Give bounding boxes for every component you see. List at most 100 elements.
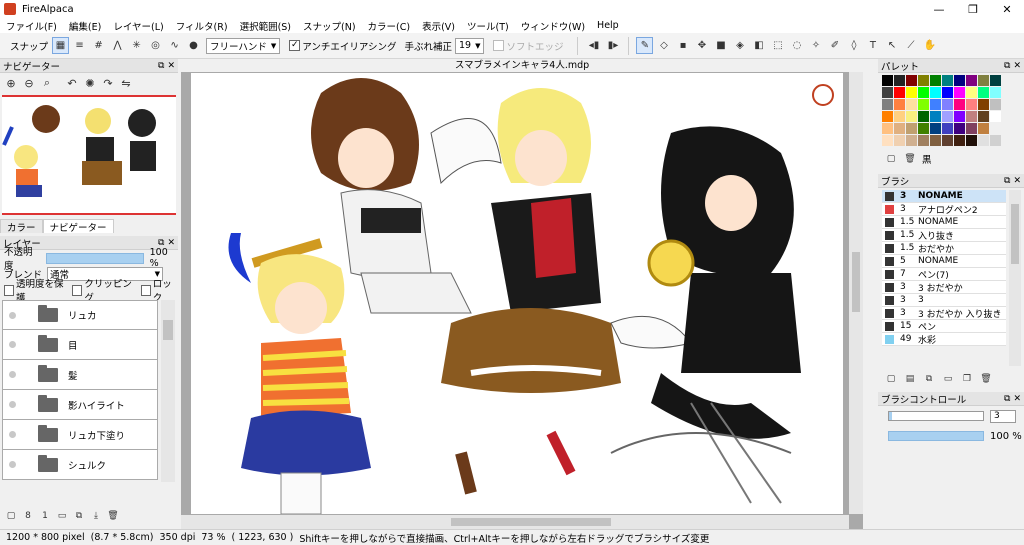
palette-swatch[interactable] xyxy=(966,135,977,146)
delete-layer-icon[interactable]: 🗑 xyxy=(106,509,120,523)
layer-item[interactable]: リュカ下塗り xyxy=(2,420,158,450)
brush-size-slider[interactable] xyxy=(888,411,984,421)
palette-swatch[interactable] xyxy=(930,87,941,98)
layer-item[interactable]: 髪 xyxy=(2,360,158,390)
new-palette-icon[interactable]: ▢ xyxy=(884,152,898,166)
palette-swatch[interactable] xyxy=(930,99,941,110)
palette-swatch[interactable] xyxy=(954,123,965,134)
palette-swatch[interactable] xyxy=(978,135,989,146)
brush-item[interactable]: 49 水彩 xyxy=(882,333,1006,346)
brush-item[interactable]: 1.5 おだやか xyxy=(882,242,1006,255)
tab-color[interactable]: カラー xyxy=(0,219,43,234)
layer-item[interactable]: リュカ xyxy=(2,300,158,330)
brush-item[interactable]: 3 NONAME xyxy=(882,190,1006,203)
snap-curve-icon[interactable]: ∿ xyxy=(166,37,183,54)
snap-crisscross-icon[interactable]: # xyxy=(90,37,107,54)
visibility-icon[interactable] xyxy=(9,311,16,319)
palette-swatch[interactable] xyxy=(930,111,941,122)
undo-icon[interactable]: ◂▮ xyxy=(585,37,602,54)
zoom-in-icon[interactable]: ⊕ xyxy=(3,75,19,91)
visibility-icon[interactable] xyxy=(9,341,16,348)
redo-icon[interactable]: ▮▸ xyxy=(604,37,621,54)
menu-color[interactable]: カラー(C) xyxy=(362,19,417,33)
layer-opacity-slider[interactable] xyxy=(45,252,144,264)
fill-rect-tool-icon[interactable]: ■ xyxy=(712,37,729,54)
menu-snap[interactable]: スナップ(N) xyxy=(297,19,362,33)
navigator-thumbnail[interactable] xyxy=(2,95,176,215)
palette-swatch[interactable] xyxy=(906,99,917,110)
palette-swatch[interactable] xyxy=(990,123,1001,134)
brush-list-scrollbar[interactable] xyxy=(1009,190,1021,366)
palette-swatch[interactable] xyxy=(942,75,953,86)
brush-item[interactable]: 1.5 入り抜き xyxy=(882,229,1006,242)
palette-swatch[interactable] xyxy=(882,75,893,86)
eyedropper-tool-icon[interactable]: ⟋ xyxy=(902,37,919,54)
palette-swatch[interactable] xyxy=(954,87,965,98)
snap-vanishing-icon[interactable]: ⋀ xyxy=(109,37,126,54)
palette-swatch[interactable] xyxy=(930,75,941,86)
antialias-checkbox[interactable]: ✓ xyxy=(289,40,301,51)
layer-item[interactable]: 目 xyxy=(2,330,158,360)
delete-brush-icon[interactable]: 🗑 xyxy=(979,372,993,386)
gradient-tool-icon[interactable]: ◧ xyxy=(750,37,767,54)
palette-swatch[interactable] xyxy=(954,99,965,110)
visibility-icon[interactable] xyxy=(9,371,16,378)
brush-item[interactable]: 15 ペン xyxy=(882,320,1006,333)
menu-filter[interactable]: フィルタ(R) xyxy=(170,19,234,33)
palette-swatch[interactable] xyxy=(894,99,905,110)
layer-item[interactable]: 影ハイライト xyxy=(2,390,158,420)
palette-swatch[interactable] xyxy=(918,111,929,122)
operation-tool-icon[interactable]: ↖ xyxy=(883,37,900,54)
palette-swatch[interactable] xyxy=(930,135,941,146)
stroke-mode-select[interactable]: フリーハンド ▼ xyxy=(206,37,281,54)
rotate-right-icon[interactable]: ↷ xyxy=(100,75,116,91)
maximize-button[interactable]: ❐ xyxy=(956,0,990,18)
stabilizer-select[interactable]: 19 ▼ xyxy=(454,37,485,54)
brush-item[interactable]: 3 アナログペン2 xyxy=(882,203,1006,216)
menu-view[interactable]: 表示(V) xyxy=(416,19,461,33)
palette-swatch[interactable] xyxy=(978,111,989,122)
close-icon[interactable]: ✕ xyxy=(1013,176,1021,186)
snap-off-icon[interactable]: ▦ xyxy=(52,37,70,54)
palette-swatch[interactable] xyxy=(966,87,977,98)
brush-opacity-slider[interactable] xyxy=(888,431,984,441)
dot-tool-icon[interactable]: ▪ xyxy=(674,37,691,54)
scrollbar-thumb[interactable] xyxy=(1011,204,1019,264)
palette-swatch[interactable] xyxy=(918,75,929,86)
new-1bit-layer-icon[interactable]: 1 xyxy=(38,509,52,523)
palette-swatch[interactable] xyxy=(906,123,917,134)
document-tab[interactable]: スマブラメインキャラ4人.mdp xyxy=(181,59,863,72)
brush-tool-icon[interactable]: ✎ xyxy=(636,37,654,54)
palette-swatch[interactable] xyxy=(882,135,893,146)
magic-wand-tool-icon[interactable]: ✧ xyxy=(807,37,824,54)
rotate-reset-icon[interactable]: ✺ xyxy=(82,75,98,91)
menu-help[interactable]: Help xyxy=(591,20,625,31)
bucket-tool-icon[interactable]: ◈ xyxy=(731,37,748,54)
menu-window[interactable]: ウィンドウ(W) xyxy=(515,19,591,33)
palette-swatch[interactable] xyxy=(990,75,1001,86)
palette-swatch[interactable] xyxy=(930,123,941,134)
palette-swatch[interactable] xyxy=(978,99,989,110)
palette-swatch[interactable] xyxy=(942,87,953,98)
snap-parallel-icon[interactable]: ≡ xyxy=(71,37,88,54)
snap-circle-icon[interactable]: ◎ xyxy=(147,37,164,54)
palette-swatch[interactable] xyxy=(906,87,917,98)
menu-file[interactable]: ファイル(F) xyxy=(0,19,63,33)
palette-swatch[interactable] xyxy=(954,135,965,146)
palette-swatch[interactable] xyxy=(906,135,917,146)
merge-down-icon[interactable]: ⤓ xyxy=(89,509,103,523)
soft-edge-checkbox[interactable] xyxy=(493,40,505,51)
canvas-vertical-scrollbar[interactable] xyxy=(849,72,863,514)
snap-settings-icon[interactable]: ● xyxy=(185,37,202,54)
close-icon[interactable]: ✕ xyxy=(1013,394,1021,404)
palette-swatch[interactable] xyxy=(990,87,1001,98)
close-icon[interactable]: ✕ xyxy=(167,61,175,71)
rotate-left-icon[interactable]: ↶ xyxy=(64,75,80,91)
palette-swatch[interactable] xyxy=(918,87,929,98)
close-icon[interactable]: ✕ xyxy=(1013,61,1021,71)
scrollbar-thumb[interactable] xyxy=(451,518,611,526)
palette-swatch[interactable] xyxy=(882,87,893,98)
float-icon[interactable]: ⧉ xyxy=(158,238,164,248)
eraser-tool-icon[interactable]: ◇ xyxy=(655,37,672,54)
scrollbar-thumb[interactable] xyxy=(852,252,860,312)
